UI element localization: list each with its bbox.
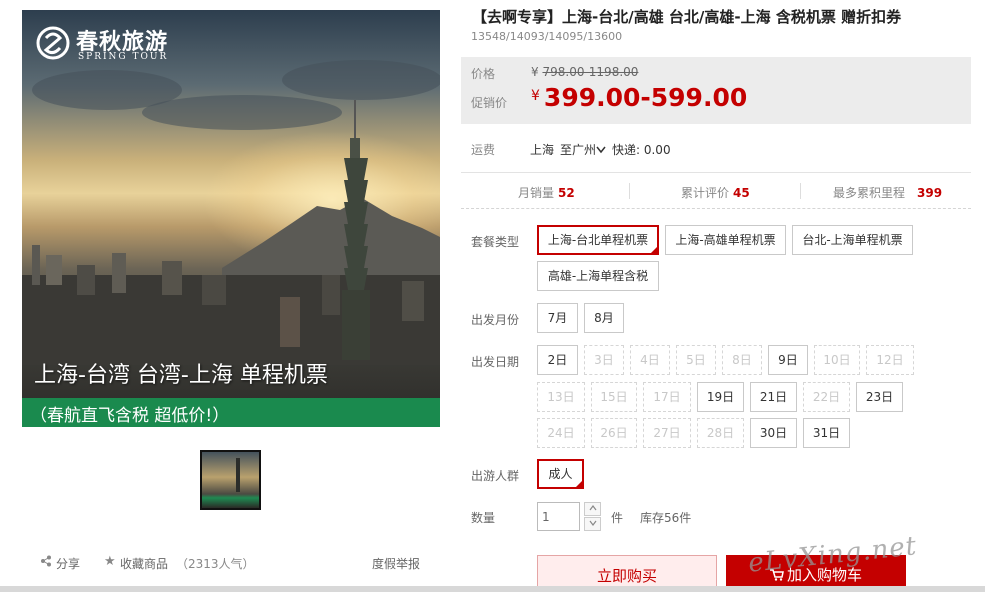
date-option-disabled: 5日 — [676, 345, 716, 375]
favorite-popularity: （2313人气） — [176, 557, 255, 571]
promo-price-currency: ¥ — [531, 88, 540, 104]
taipei-101-tower — [342, 100, 370, 360]
logo-english-text: SPRING TOUR — [78, 52, 169, 62]
date-option-disabled: 24日 — [537, 418, 585, 448]
monthly-sales-label: 月销量 — [518, 186, 555, 200]
date-option-disabled: 28日 — [697, 418, 744, 448]
original-price-value: 798.00-1198.00 — [542, 65, 639, 79]
quantity-label: 数量 — [471, 511, 496, 525]
date-option-disabled: 3日 — [584, 345, 624, 375]
image-headline: 上海-台湾 台湾-上海 单程机票 — [34, 363, 328, 388]
quantity-input[interactable]: 1 — [537, 502, 580, 531]
price-panel: 价格 ¥ 798.00-1198.00 促销价 ¥399.00-599.00 — [461, 57, 971, 124]
date-option[interactable]: 9日 — [768, 345, 808, 375]
quantity-decrease-button[interactable] — [584, 517, 601, 531]
chevron-down-icon — [596, 146, 606, 154]
date-option-disabled: 15日 — [591, 382, 637, 412]
shipping-destination-value: 至广州 — [560, 143, 597, 157]
traveler-option[interactable]: 成人 — [537, 459, 584, 489]
product-title: 【去啊专享】上海-台北/高雄 台北/高雄-上海 含税机票 赠折扣券 — [472, 8, 902, 26]
monthly-sales-value: 52 — [558, 186, 575, 200]
share-icon[interactable] — [40, 555, 52, 570]
quantity-increase-button[interactable] — [584, 502, 601, 516]
chevron-up-icon — [589, 505, 596, 511]
package-option[interactable]: 上海-台北单程机票 — [537, 225, 659, 255]
stats-divider — [629, 183, 630, 199]
departure-month-label: 出发月份 — [471, 313, 520, 327]
favorite-link[interactable]: 收藏商品 — [120, 555, 168, 572]
price-label: 价格 — [471, 67, 496, 81]
date-option-disabled: 17日 — [643, 382, 691, 412]
max-miles-value: 399 — [917, 186, 943, 200]
star-icon: ★ — [104, 554, 116, 569]
date-option[interactable]: 31日 — [803, 418, 850, 448]
date-option-disabled: 8日 — [722, 345, 762, 375]
share-bar: 分享 ★ 收藏商品 （2313人气） 度假举报 — [40, 554, 425, 572]
max-miles-label: 最多累积里程 — [833, 186, 906, 200]
original-price: ¥ 798.00-1198.00 — [531, 65, 638, 79]
review-count-value: 45 — [733, 186, 750, 200]
date-option-disabled: 13日 — [537, 382, 585, 412]
shipping-destination-select[interactable]: 至广州 — [560, 141, 606, 158]
product-sku: 13548/14093/14095/13600 — [471, 30, 623, 43]
date-option[interactable]: 21日 — [750, 382, 797, 412]
spring-tour-logo-icon — [36, 26, 70, 60]
promo-price: ¥399.00-599.00 — [531, 83, 747, 112]
date-option[interactable]: 23日 — [856, 382, 903, 412]
original-price-currency: ¥ — [531, 65, 539, 79]
date-option-disabled: 4日 — [630, 345, 670, 375]
month-option[interactable]: 8月 — [584, 303, 624, 333]
product-main-image[interactable]: 春秋旅游 SPRING TOUR 上海-台湾 台湾-上海 单程机票 （春航直飞含… — [22, 10, 440, 427]
review-count-label: 累计评价 — [681, 186, 730, 200]
thumbnail-image[interactable] — [200, 450, 261, 510]
horizontal-scrollbar[interactable] — [0, 586, 985, 592]
thumbnail-tower — [236, 458, 240, 492]
date-option-disabled: 12日 — [866, 345, 914, 375]
quantity-unit: 件 — [611, 511, 624, 525]
stats-bar: 月销量 52 累计评价 45 最多累积里程 399 — [461, 172, 971, 209]
date-option-disabled: 27日 — [643, 418, 691, 448]
image-promo-band: （春航直飞含税 超低价!） — [22, 398, 440, 427]
package-option[interactable]: 高雄-上海单程含税 — [537, 261, 659, 291]
shipping-cost: 快递: 0.00 — [612, 143, 671, 157]
date-option[interactable]: 30日 — [750, 418, 797, 448]
package-type-label: 套餐类型 — [471, 235, 520, 249]
date-option-disabled: 22日 — [803, 382, 850, 412]
promo-price-label: 促销价 — [471, 96, 508, 110]
review-count[interactable]: 累计评价 45 — [681, 184, 750, 201]
stock-count: 库存56件 — [640, 511, 692, 525]
report-link[interactable]: 度假举报 — [372, 555, 420, 572]
shipping-from: 上海 — [530, 143, 555, 157]
month-option[interactable]: 7月 — [537, 303, 578, 333]
monthly-sales: 月销量 52 — [518, 184, 575, 201]
chevron-down-icon — [589, 520, 596, 526]
date-option-disabled: 10日 — [814, 345, 860, 375]
package-option[interactable]: 上海-高雄单程机票 — [665, 225, 786, 255]
cloud — [142, 95, 342, 130]
traveler-type-label: 出游人群 — [471, 469, 520, 483]
shipping-label: 运费 — [471, 143, 496, 157]
departure-date-label: 出发日期 — [471, 355, 520, 369]
cloud — [282, 60, 440, 100]
stats-divider — [800, 183, 801, 199]
promo-price-value: 399.00-599.00 — [543, 83, 748, 112]
max-miles: 最多累积里程 399 — [833, 184, 942, 201]
date-option[interactable]: 19日 — [697, 382, 744, 412]
date-option[interactable]: 2日 — [537, 345, 578, 375]
date-option-disabled: 26日 — [591, 418, 637, 448]
share-link[interactable]: 分享 — [56, 555, 80, 572]
package-option[interactable]: 台北-上海单程机票 — [792, 225, 913, 255]
